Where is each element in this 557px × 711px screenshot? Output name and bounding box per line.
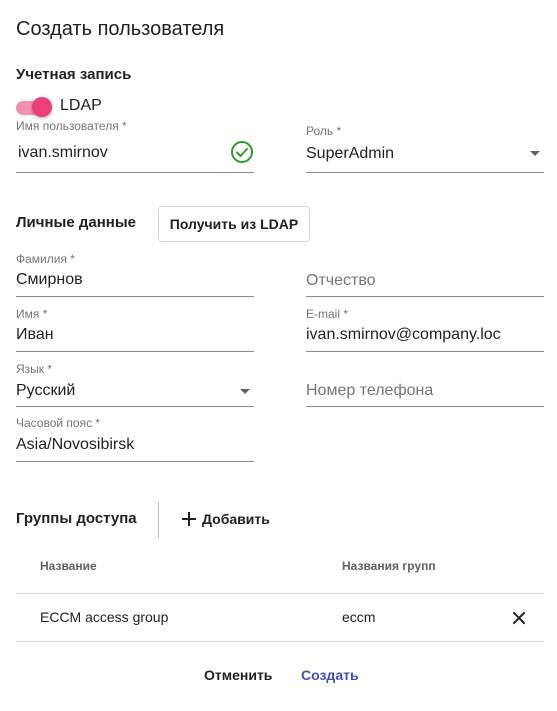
middle-name-placeholder: Отчество bbox=[306, 272, 376, 289]
ldap-toggle[interactable] bbox=[16, 96, 52, 118]
chevron-down-icon bbox=[530, 151, 540, 156]
phone-field[interactable]: Номер телефона bbox=[306, 362, 544, 407]
timezone-underline bbox=[16, 461, 254, 462]
role-value: SuperAdmin bbox=[306, 145, 395, 162]
plus-icon bbox=[182, 512, 196, 526]
role-underline bbox=[306, 172, 544, 173]
dialog-title: Создать пользователя bbox=[16, 18, 225, 40]
check-circle-icon bbox=[231, 141, 253, 163]
row-group-names-cell: eccm bbox=[342, 609, 376, 625]
table-row-divider bbox=[16, 641, 544, 642]
add-group-label: Добавить bbox=[202, 511, 270, 527]
language-value: Русский bbox=[16, 382, 76, 399]
table-row: ECCM access group eccm bbox=[16, 594, 544, 641]
ldap-toggle-label: LDAP bbox=[60, 97, 102, 114]
close-icon[interactable] bbox=[511, 610, 527, 626]
timezone-value: Asia/Novosibirsk bbox=[16, 436, 135, 453]
toggle-thumb bbox=[32, 97, 52, 117]
first-name-underline bbox=[16, 351, 254, 352]
column-header-name: Название bbox=[40, 559, 97, 573]
username-underline bbox=[16, 172, 254, 173]
last-name-field[interactable]: Фамилия * Смирнов bbox=[16, 252, 254, 297]
language-label: Язык * bbox=[16, 362, 53, 376]
language-select[interactable]: Язык * Русский bbox=[16, 362, 254, 407]
phone-underline bbox=[306, 406, 544, 407]
role-label: Роль * bbox=[306, 124, 342, 138]
last-name-underline bbox=[16, 296, 254, 297]
role-select[interactable]: Роль * SuperAdmin bbox=[306, 124, 544, 173]
groups-section-title: Группы доступа bbox=[16, 510, 137, 527]
username-field[interactable]: Имя пользователя * ivan.smirnov bbox=[16, 119, 254, 173]
row-name-cell: ECCM access group bbox=[40, 609, 169, 625]
email-value: ivan.smirnov@company.loc bbox=[306, 326, 501, 343]
column-header-group-names: Названия групп bbox=[342, 559, 436, 573]
chevron-down-icon bbox=[240, 389, 250, 394]
middle-name-underline bbox=[306, 296, 544, 297]
language-underline bbox=[16, 406, 254, 407]
account-section-title: Учетная запись bbox=[16, 66, 132, 83]
phone-placeholder: Номер телефона bbox=[306, 382, 434, 399]
first-name-label: Имя * bbox=[16, 307, 48, 321]
timezone-field[interactable]: Часовой пояс * Asia/Novosibirsk bbox=[16, 416, 254, 462]
last-name-value: Смирнов bbox=[16, 271, 83, 288]
last-name-label: Фамилия * bbox=[16, 252, 75, 266]
username-value: ivan.smirnov bbox=[18, 144, 108, 161]
first-name-field[interactable]: Имя * Иван bbox=[16, 307, 254, 352]
add-group-button[interactable]: Добавить bbox=[182, 507, 270, 531]
email-label: E-mail * bbox=[306, 307, 349, 321]
cancel-button[interactable]: Отменить bbox=[204, 667, 272, 683]
email-underline bbox=[306, 351, 544, 352]
first-name-value: Иван bbox=[16, 326, 54, 343]
timezone-label: Часовой пояс * bbox=[16, 416, 101, 430]
email-field[interactable]: E-mail * ivan.smirnov@company.loc bbox=[306, 307, 544, 352]
personal-section-title: Личные данные bbox=[16, 214, 136, 231]
section-divider bbox=[158, 502, 159, 538]
create-button[interactable]: Создать bbox=[301, 667, 359, 683]
username-label: Имя пользователя * bbox=[16, 119, 127, 133]
fetch-from-ldap-button[interactable]: Получить из LDAP bbox=[158, 206, 310, 242]
middle-name-field[interactable]: Отчество bbox=[306, 252, 544, 297]
